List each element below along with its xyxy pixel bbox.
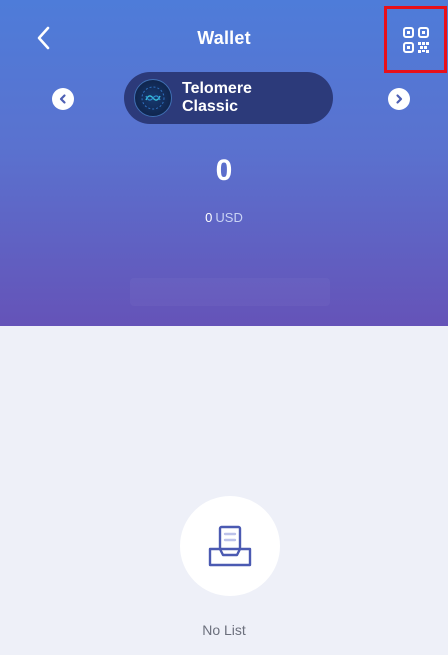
wallet-header-panel: Wallet Telomere Classic 0 0 USD bbox=[0, 0, 448, 326]
page-title: Wallet bbox=[197, 28, 251, 48]
fiat-balance: 0 USD bbox=[0, 210, 448, 225]
coin-balance: 0 bbox=[215, 154, 233, 187]
fiat-unit: USD bbox=[215, 210, 243, 225]
chevron-right-circle-icon bbox=[396, 94, 403, 104]
wallet-screen: Wallet Telomere Classic 0 0 USD No List bbox=[0, 0, 448, 655]
coin-selector: Telomere Classic bbox=[0, 72, 448, 132]
coin-name: Telomere Classic bbox=[182, 80, 252, 115]
coin-logo-icon bbox=[141, 86, 165, 110]
telomere-coin-logo bbox=[134, 79, 172, 117]
fiat-amount: 0 bbox=[205, 210, 213, 225]
top-bar: Wallet bbox=[0, 0, 448, 78]
empty-state-badge bbox=[180, 496, 280, 596]
empty-list-message: No List bbox=[202, 622, 246, 638]
inbox-icon bbox=[208, 525, 252, 567]
qr-code-button[interactable] bbox=[398, 22, 434, 58]
coin-selector-pill[interactable]: Telomere Classic bbox=[124, 72, 333, 124]
highlight-box bbox=[384, 6, 447, 73]
qr-code-icon bbox=[402, 26, 429, 53]
chevron-left-circle-icon bbox=[59, 94, 66, 104]
transaction-list-empty: No List bbox=[0, 326, 448, 655]
next-coin-button[interactable] bbox=[388, 88, 410, 110]
decorative-sheen bbox=[130, 278, 330, 306]
previous-coin-button[interactable] bbox=[52, 88, 74, 110]
